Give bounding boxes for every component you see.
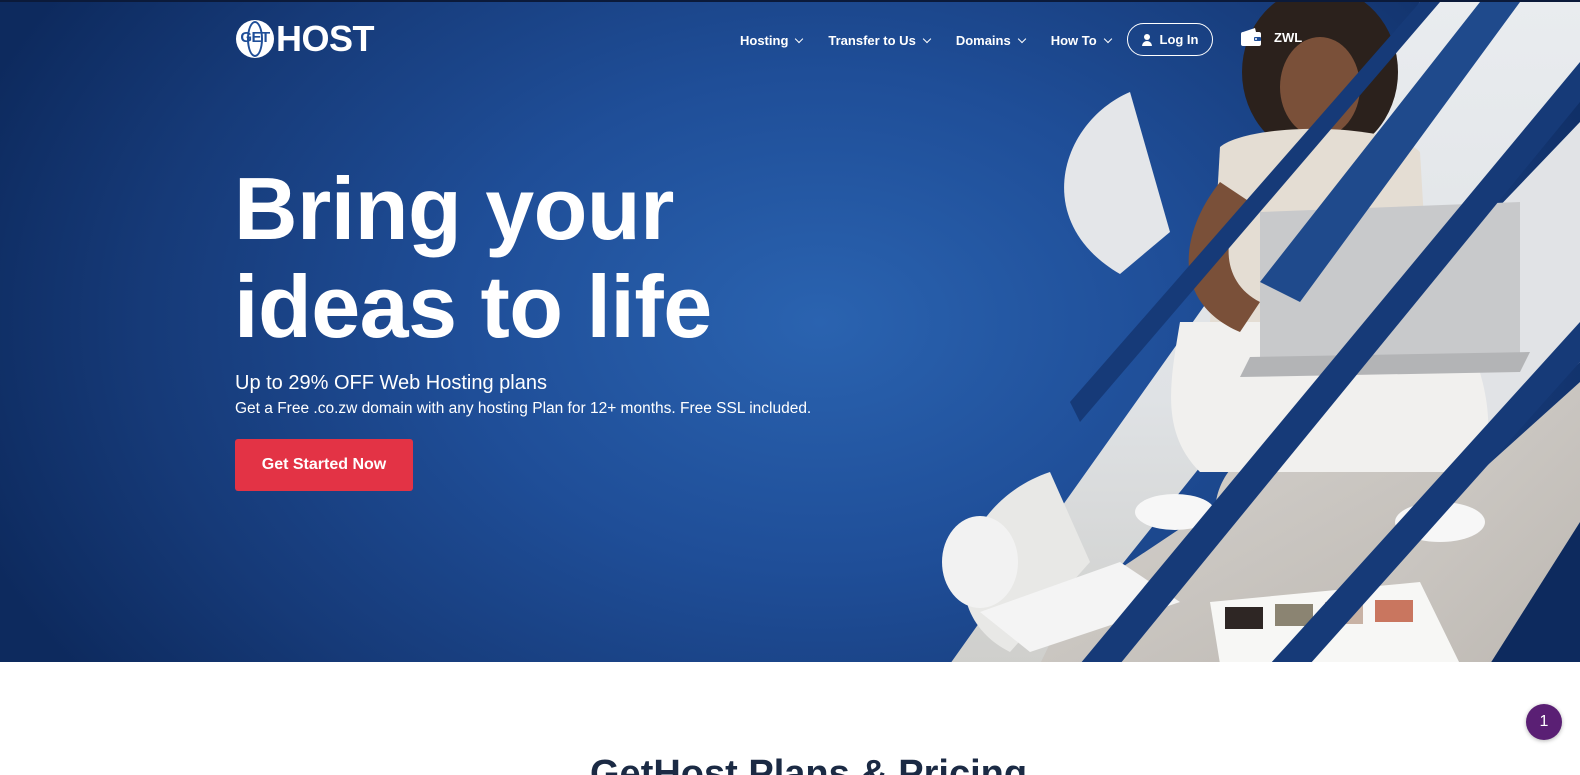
logo-text: HOST [276, 18, 375, 59]
login-button[interactable]: Log In [1127, 23, 1213, 56]
chevron-down-icon [1103, 34, 1112, 43]
nav-item-label: Transfer to Us [828, 32, 916, 48]
hero-illustration [942, 2, 1580, 662]
currency-selector[interactable]: ZWL [1240, 27, 1302, 47]
nav-item-hosting[interactable]: Hosting [740, 28, 804, 52]
hero-description: Get a Free .co.zw domain with any hostin… [235, 400, 812, 417]
pricing-section-title: GetHost Plans & Pricing [590, 753, 1028, 775]
page: GET HOST Hosting Transfer to Us Domains … [0, 0, 1580, 775]
notification-badge[interactable]: 1 [1526, 704, 1562, 740]
chevron-down-icon [1017, 34, 1026, 43]
nav-item-label: Hosting [740, 32, 789, 48]
main-nav: Hosting Transfer to Us Domains How To [740, 28, 1137, 52]
wallet-icon [1241, 28, 1261, 46]
nav-item-transfer[interactable]: Transfer to Us [828, 28, 932, 52]
gethost-logo[interactable]: GET HOST [236, 18, 375, 59]
nav-item-label: Domains [955, 32, 1011, 48]
globe-icon: GET [236, 20, 274, 58]
hero-section: GET HOST Hosting Transfer to Us Domains … [0, 0, 1580, 662]
hero-title-line-2: ideas to life [234, 257, 712, 356]
hero-subtitle: Up to 29% OFF Web Hosting plans [235, 372, 547, 394]
login-label: Log In [1159, 32, 1199, 47]
nav-item-label: How To [1050, 32, 1097, 48]
get-started-button[interactable]: Get Started Now [235, 439, 413, 491]
logo-globe-text: GET [240, 29, 270, 46]
nav-item-how-to[interactable]: How To [1050, 28, 1112, 52]
chevron-down-icon [795, 34, 804, 43]
user-icon [1141, 33, 1152, 46]
chevron-down-icon [922, 34, 932, 43]
hero-title: Bring your ideas to life [234, 160, 874, 356]
currency-label: ZWL [1274, 29, 1303, 45]
hero-title-line-1: Bring your [234, 159, 674, 258]
nav-item-domains[interactable]: Domains [955, 28, 1026, 52]
